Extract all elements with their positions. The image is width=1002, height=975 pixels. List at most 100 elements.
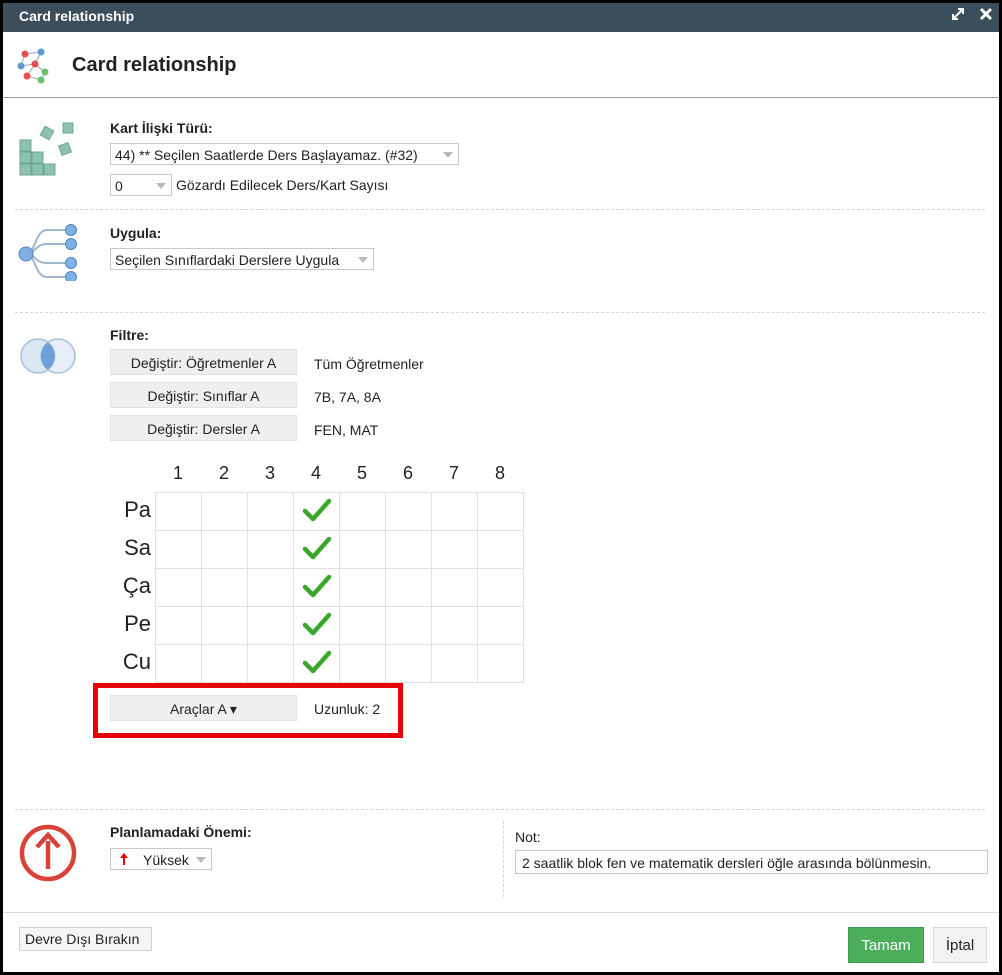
tools-menu-button[interactable]: Araçlar A ▾ [110, 695, 297, 721]
timetable-cell[interactable] [247, 530, 294, 569]
timetable-cell[interactable] [155, 530, 202, 569]
note-label: Not: [515, 829, 541, 845]
teachers-value: Tüm Öğretmenler [314, 356, 424, 372]
cancel-button[interactable]: İptal [933, 927, 987, 963]
timetable-cell[interactable] [247, 606, 294, 645]
arrow-up-icon [119, 852, 129, 869]
period-number: 8 [494, 463, 505, 483]
day-label: Ça [122, 573, 151, 598]
period-number: 6 [402, 463, 413, 483]
apply-value: Seçilen Sınıflardaki Derslere Uygula [115, 252, 340, 268]
ignore-count-value: 0 [115, 178, 123, 194]
ignore-count-select[interactable]: 0 [110, 174, 172, 196]
filter-label: Filtre: [110, 327, 149, 343]
period-number: 7 [448, 463, 459, 483]
timetable-cell[interactable] [155, 492, 202, 531]
timetable-cell[interactable] [431, 492, 478, 531]
dialog-header: Card relationship [3, 32, 999, 98]
subjects-value: FEN, MAT [314, 422, 379, 438]
importance-select[interactable]: Yüksek [110, 848, 212, 870]
chevron-down-icon [443, 152, 453, 158]
page-title: Card relationship [72, 54, 237, 76]
timetable-cell[interactable] [339, 644, 386, 683]
timetable-cell[interactable] [155, 644, 202, 683]
change-teachers-button[interactable]: Değiştir: Öğretmenler A [110, 349, 297, 375]
timetable-cell[interactable] [155, 606, 202, 645]
timetable-row [155, 606, 524, 645]
timetable-cell[interactable] [431, 568, 478, 607]
timetable-cell[interactable] [339, 568, 386, 607]
timetable-cell[interactable] [385, 530, 432, 569]
day-label: Pa [124, 497, 151, 522]
day-label: Sa [124, 535, 151, 560]
timetable-cell[interactable] [247, 492, 294, 531]
checkmark-icon [302, 650, 331, 674]
chevron-down-icon [196, 857, 206, 863]
timetable-cell[interactable] [201, 606, 248, 645]
day-label: Cu [122, 649, 151, 674]
change-classes-button[interactable]: Değiştir: Sınıflar A [110, 382, 297, 408]
timetable-cell[interactable] [293, 568, 340, 607]
blocks-icon [18, 120, 78, 181]
timetable-cell[interactable] [201, 644, 248, 683]
change-subjects-button[interactable]: Değiştir: Dersler A [110, 415, 297, 441]
timetable-cell[interactable] [201, 568, 248, 607]
timetable-grid [155, 492, 524, 683]
section-divider [15, 809, 985, 810]
arrow-up-circle-icon [18, 823, 78, 886]
timetable-cell[interactable] [385, 492, 432, 531]
note-input[interactable]: 2 saatlik blok fen ve matematik dersleri… [515, 850, 988, 874]
timetable-cell[interactable] [247, 568, 294, 607]
timetable-cell[interactable] [431, 644, 478, 683]
apply-select[interactable]: Seçilen Sınıflardaki Derslere Uygula [110, 248, 374, 270]
timetable-cell[interactable] [293, 492, 340, 531]
window-title: Card relationship [19, 8, 135, 24]
timetable-cell[interactable] [339, 492, 386, 531]
timetable-cell[interactable] [385, 644, 432, 683]
relation-type-select[interactable]: 44) ** Seçilen Saatlerde Ders Başlayamaz… [110, 143, 459, 165]
timetable-cell[interactable] [293, 606, 340, 645]
section-divider [15, 312, 985, 313]
checkmark-icon [302, 612, 331, 636]
timetable-cell[interactable] [293, 530, 340, 569]
close-icon[interactable] [979, 7, 993, 25]
disable-button[interactable]: Devre Dışı Bırakın [19, 927, 152, 951]
chevron-down-icon [156, 183, 166, 189]
timetable-cell[interactable] [477, 606, 524, 645]
vertical-divider [503, 821, 504, 897]
period-number: 4 [310, 463, 321, 483]
timetable-cell[interactable] [477, 492, 524, 531]
timetable-cell[interactable] [385, 568, 432, 607]
checkmark-icon [302, 536, 331, 560]
timetable-cell[interactable] [201, 530, 248, 569]
period-number: 1 [172, 463, 183, 483]
period-number: 5 [356, 463, 367, 483]
importance-value: Yüksek [143, 852, 189, 868]
venn-icon [16, 336, 80, 379]
timetable-cell[interactable] [247, 644, 294, 683]
timetable-row [155, 530, 524, 569]
timetable-cell[interactable] [201, 492, 248, 531]
period-number: 3 [264, 463, 275, 483]
timetable-cell[interactable] [477, 568, 524, 607]
checkmark-icon [302, 574, 331, 598]
timetable-cell[interactable] [477, 644, 524, 683]
length-value: Uzunluk: 2 [314, 701, 381, 717]
timetable-cell[interactable] [293, 644, 340, 683]
timetable-row [155, 492, 524, 531]
apply-label: Uygula: [110, 225, 162, 241]
expand-icon[interactable] [951, 7, 965, 25]
timetable-cell[interactable] [155, 568, 202, 607]
timetable-cell[interactable] [477, 530, 524, 569]
timetable-row [155, 568, 524, 607]
timetable-cell[interactable] [339, 530, 386, 569]
timetable-cell[interactable] [431, 530, 478, 569]
timetable-cell[interactable] [431, 606, 478, 645]
classes-value: 7B, 7A, 8A [314, 389, 381, 405]
relation-type-label: Kart İlişki Türü: [110, 120, 213, 136]
timetable-cell[interactable] [339, 606, 386, 645]
timetable-cell[interactable] [385, 606, 432, 645]
ok-button[interactable]: Tamam [848, 927, 924, 963]
section-divider [15, 209, 985, 210]
window-titlebar[interactable]: Card relationship [3, 3, 999, 32]
